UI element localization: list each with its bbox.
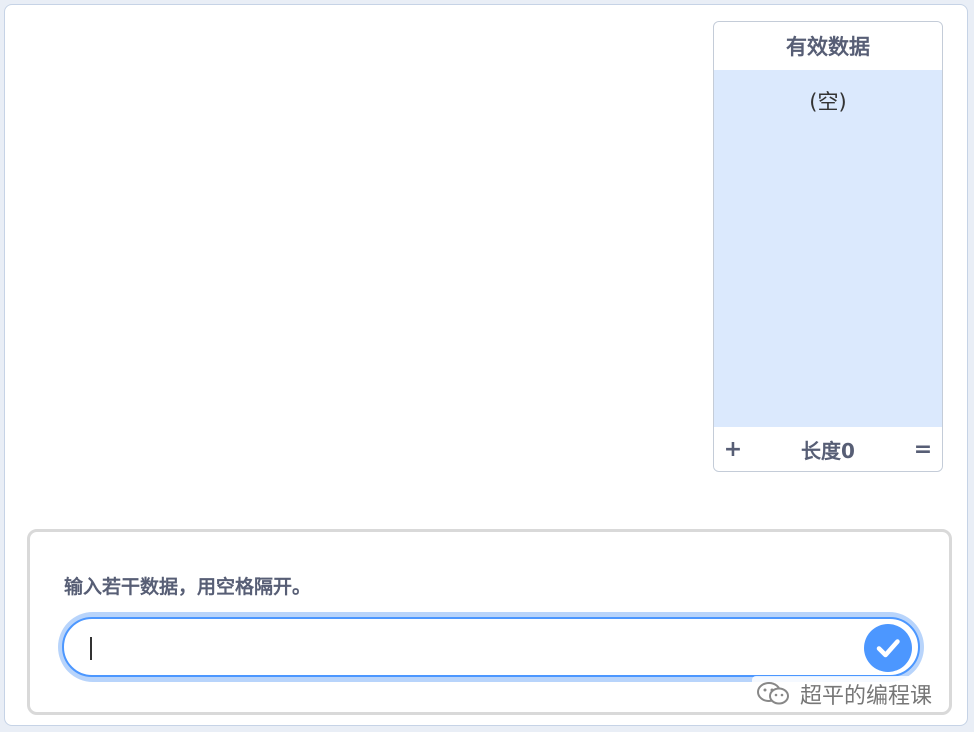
watermark: 超平的编程课 <box>752 676 937 712</box>
list-title: 有效数据 <box>714 22 942 71</box>
submit-button[interactable] <box>864 624 912 672</box>
watermark-text: 超平的编程课 <box>800 684 933 709</box>
wechat-icon <box>757 682 789 705</box>
add-item-button[interactable]: + <box>723 437 743 462</box>
stage: 有效数据 (空) + 长度0 = 输入若干数据，用空格隔开。 <box>4 4 968 726</box>
ask-question: 输入若干数据，用空格隔开。 <box>64 576 312 598</box>
ask-input[interactable] <box>62 617 920 677</box>
text-caret <box>90 637 92 660</box>
list-length: 长度0 <box>801 438 855 463</box>
list-empty-text: (空) <box>809 90 847 114</box>
check-icon <box>876 639 900 658</box>
ask-input-focus-ring <box>58 612 924 682</box>
list-monitor: 有效数据 (空) + 长度0 = <box>713 21 943 472</box>
list-body[interactable]: (空) <box>714 70 942 427</box>
list-footer: + 长度0 = <box>714 427 942 471</box>
resize-handle[interactable]: = <box>913 437 933 462</box>
